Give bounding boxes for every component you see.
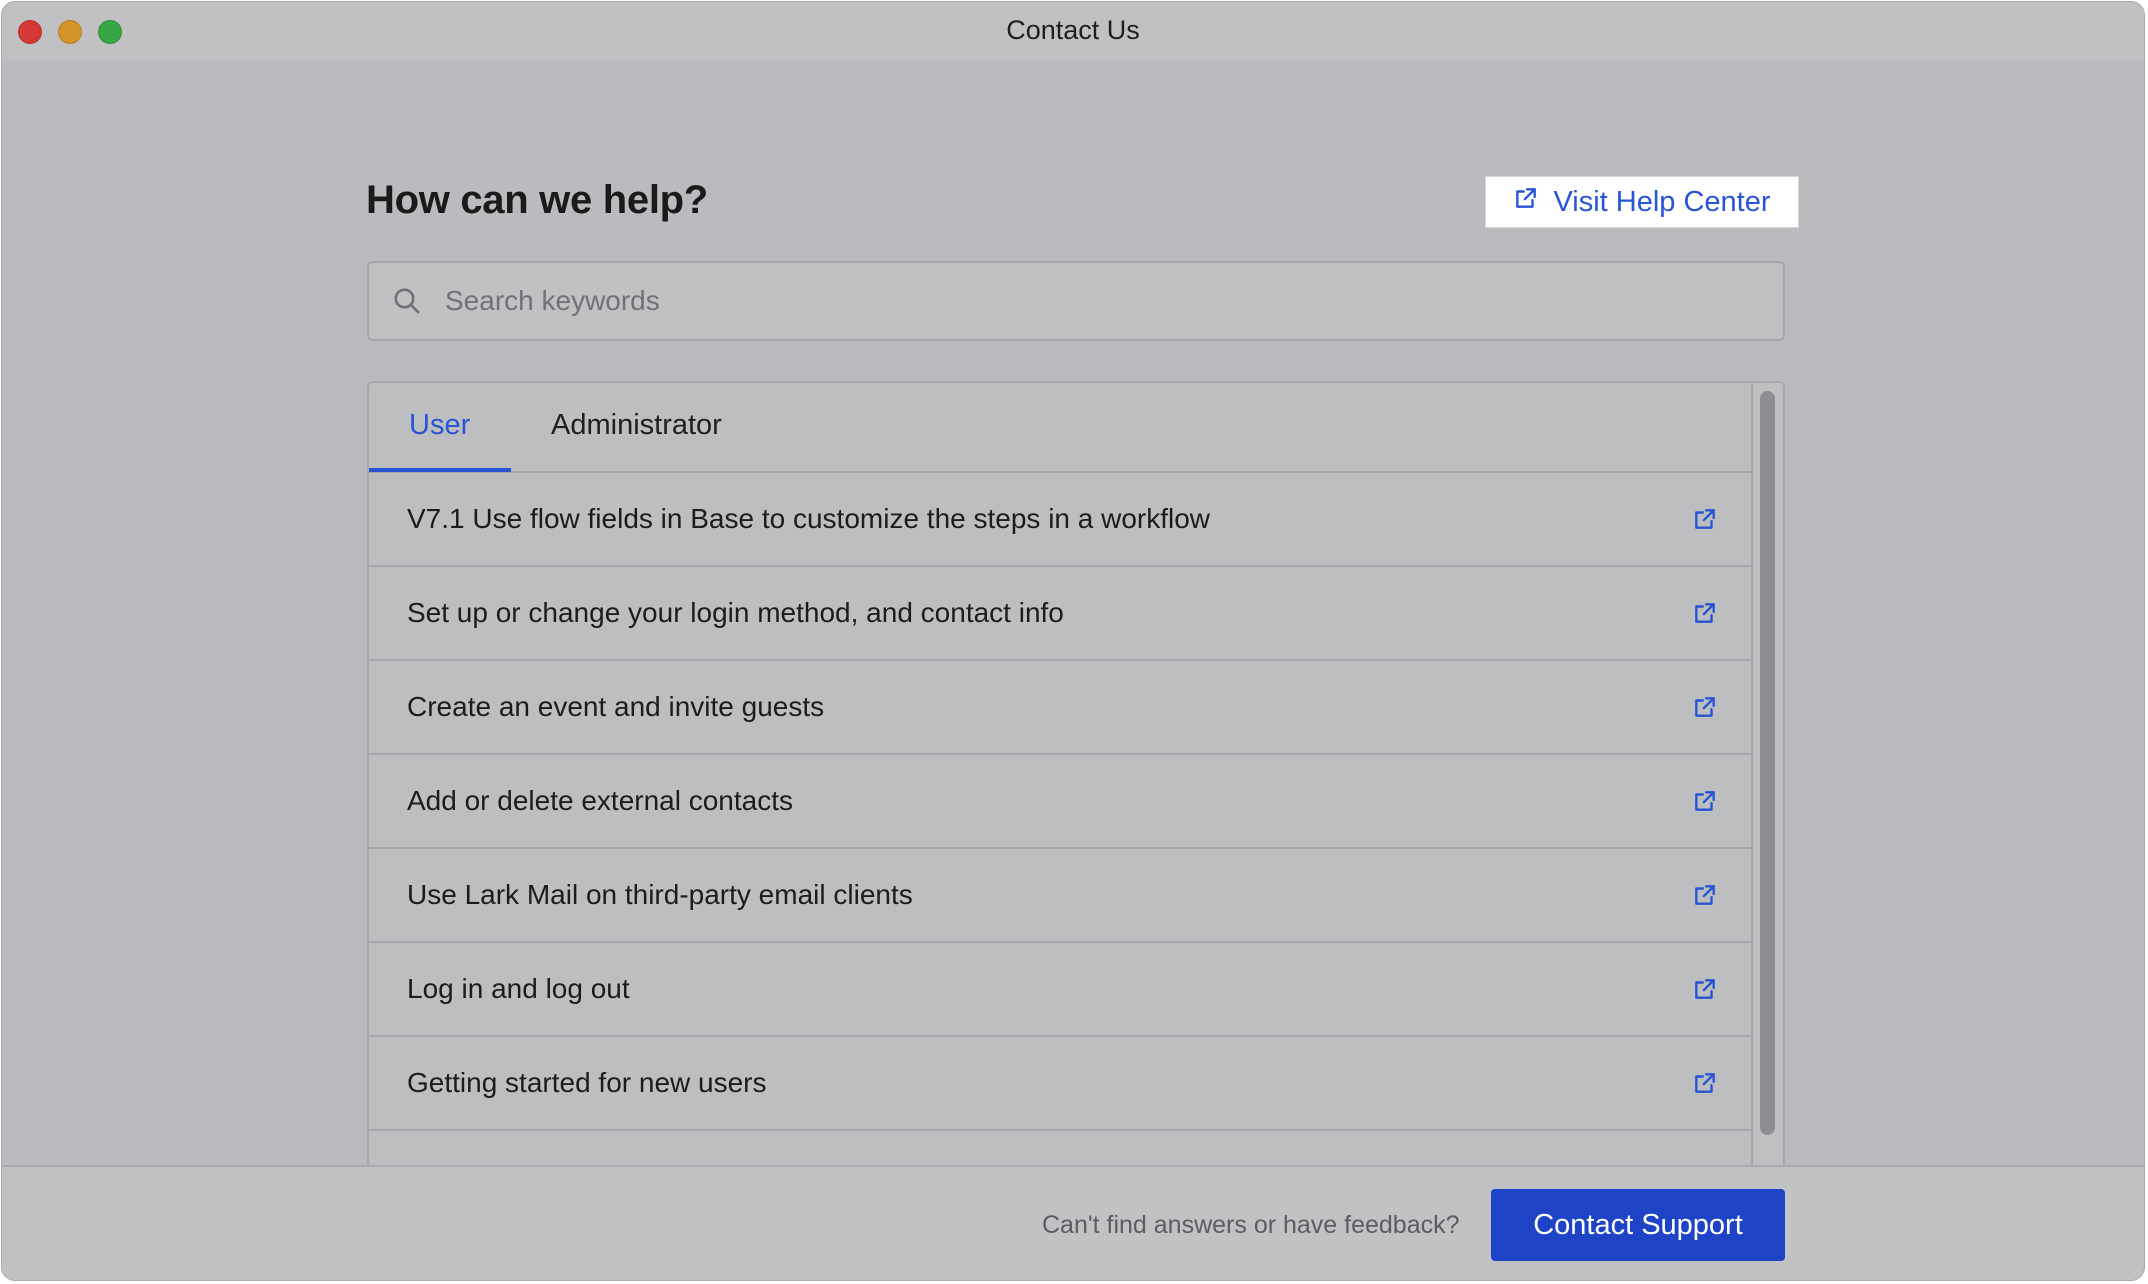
tab-bar: User Administrator — [369, 383, 1755, 473]
feedback-prompt: Can't find answers or have feedback? — [1042, 1211, 1460, 1239]
list-item[interactable]: Create an event and invite guests — [369, 661, 1755, 755]
title-bar: Contact Us — [2, 2, 2144, 60]
window-title: Contact Us — [1006, 15, 1140, 45]
article-title: Create an event and invite guests — [407, 691, 825, 722]
list-item[interactable]: Set up or change your login method, and … — [369, 567, 1755, 661]
footer-bar: Can't find answers or have feedback? Con… — [2, 1165, 2144, 1280]
tab-user[interactable]: User — [409, 409, 470, 442]
external-link-icon[interactable] — [1691, 881, 1719, 909]
search-box[interactable] — [367, 261, 1785, 341]
external-link-icon[interactable] — [1691, 693, 1719, 721]
active-tab-indicator — [369, 468, 511, 472]
scrollbar-track[interactable] — [1751, 383, 1783, 1171]
article-title: V7.1 Use flow fields in Base to customiz… — [407, 503, 1211, 534]
scrollbar-thumb[interactable] — [1760, 391, 1775, 1135]
list-item[interactable]: Use Lark Mail on third-party email clien… — [369, 849, 1755, 943]
tab-administrator[interactable]: Administrator — [551, 409, 722, 442]
article-title: Set up or change your login method, and … — [407, 597, 1064, 628]
visit-help-center-button[interactable]: Visit Help Center — [1485, 176, 1799, 228]
article-title: Use Lark Mail on third-party email clien… — [407, 879, 913, 910]
external-link-icon[interactable] — [1691, 787, 1719, 815]
contact-support-button[interactable]: Contact Support — [1491, 1189, 1785, 1261]
contact-us-window: Contact Us How can we help? Visit Help C… — [1, 1, 2145, 1281]
list-item[interactable]: Add or delete external contacts — [369, 755, 1755, 849]
external-link-icon[interactable] — [1691, 599, 1719, 627]
article-title: Log in and log out — [407, 973, 630, 1004]
article-list: V7.1 Use flow fields in Base to customiz… — [369, 473, 1755, 1131]
external-link-icon[interactable] — [1691, 1069, 1719, 1097]
list-item[interactable]: V7.1 Use flow fields in Base to customiz… — [369, 473, 1755, 567]
articles-panel: User Administrator V7.1 Use flow fields … — [367, 381, 1785, 1171]
list-item[interactable]: Getting started for new users — [369, 1037, 1755, 1131]
article-title: Add or delete external contacts — [407, 785, 794, 816]
search-input[interactable] — [443, 284, 1747, 318]
search-icon — [391, 285, 423, 317]
external-link-icon — [1513, 185, 1539, 219]
external-link-icon[interactable] — [1691, 975, 1719, 1003]
help-center-label: Visit Help Center — [1553, 185, 1771, 218]
page-title: How can we help? — [366, 178, 708, 222]
list-item[interactable]: Log in and log out — [369, 943, 1755, 1037]
article-title: Getting started for new users — [407, 1067, 767, 1098]
external-link-icon[interactable] — [1691, 505, 1719, 533]
